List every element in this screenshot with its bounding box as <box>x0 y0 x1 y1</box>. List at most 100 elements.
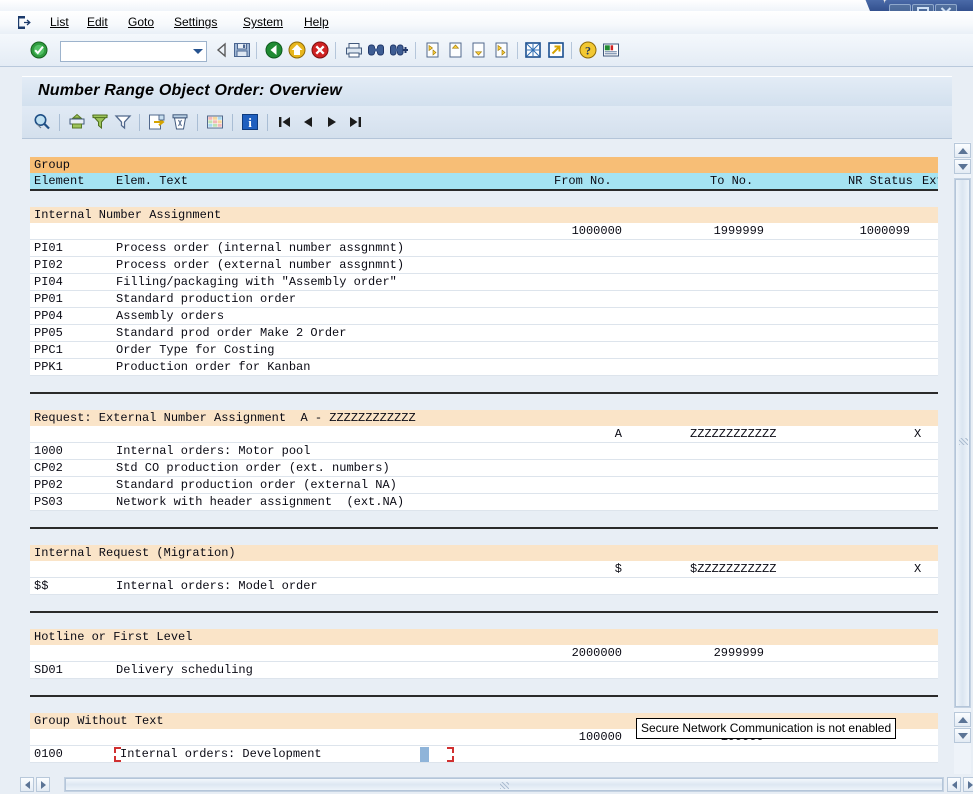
find-magnifier-icon[interactable] <box>32 112 52 132</box>
table-row[interactable]: PP05 Standard prod order Make 2 Order <box>30 325 938 342</box>
print-preview-icon[interactable] <box>170 112 190 132</box>
create-shortcut-icon[interactable] <box>546 40 566 60</box>
table-row[interactable]: PI01 Process order (internal number assgn… <box>30 240 938 257</box>
section-title: Hotline or First Level <box>34 630 193 644</box>
section-header-row[interactable]: Request: External Number Assignment A - … <box>30 410 938 426</box>
scroll-up-button[interactable] <box>954 143 971 158</box>
menu-item-system[interactable]: System <box>239 14 287 31</box>
print-icon[interactable] <box>67 112 87 132</box>
table-row[interactable]: PP04 Assembly orders <box>30 308 938 325</box>
table-row[interactable]: CP02 Std CO production order (ext. number… <box>30 460 938 477</box>
table-row[interactable]: SD01 Delivery scheduling <box>30 662 938 679</box>
section-range-row[interactable]: A ZZZZZZZZZZZZ X <box>30 426 938 443</box>
section-range-row[interactable]: 1000000 1999999 1000099 <box>30 223 938 240</box>
group-label: Group <box>34 158 71 172</box>
export-icon[interactable] <box>147 112 167 132</box>
command-input[interactable] <box>61 42 190 59</box>
cancel-red-icon[interactable] <box>310 40 330 60</box>
previous-page-icon[interactable] <box>446 40 466 60</box>
section-range-row[interactable]: 2000000 2999999 <box>30 645 938 662</box>
create-session-icon[interactable] <box>523 40 543 60</box>
next-icon[interactable] <box>322 112 342 132</box>
row-element: SD01 <box>34 663 63 677</box>
help-icon[interactable]: ? <box>578 40 598 60</box>
first-icon[interactable] <box>275 112 295 132</box>
vertical-scroll-thumb[interactable] <box>955 179 970 707</box>
toolbar-separator <box>197 114 198 131</box>
row-element: PP05 <box>34 326 63 340</box>
last-icon[interactable] <box>345 112 365 132</box>
row-element: PP02 <box>34 478 63 492</box>
exit-icon[interactable] <box>16 15 32 30</box>
menu-item-edit[interactable]: Edit <box>83 14 112 31</box>
chevron-right-icon <box>967 781 973 789</box>
column-header-ext[interactable]: Ext. <box>922 173 938 189</box>
list-output-area[interactable]: Group Element Elem. Text From No. To No.… <box>22 142 938 774</box>
command-field[interactable] <box>60 41 207 62</box>
toolbar-separator <box>517 42 518 59</box>
layout-menu-icon[interactable] <box>601 40 621 60</box>
column-header-from-no[interactable]: From No. <box>554 173 612 189</box>
standard-toolbar: ? <box>0 34 973 67</box>
spreadsheet-icon[interactable] <box>205 112 225 132</box>
chevron-right-icon <box>40 781 46 789</box>
range-ext: X <box>914 427 922 441</box>
menu-item-settings[interactable]: Settings <box>170 14 221 31</box>
exit-yellow-icon[interactable] <box>287 40 307 60</box>
scroll-right-button-end[interactable] <box>963 777 973 792</box>
section-header-row[interactable]: Hotline or First Level <box>30 629 938 645</box>
enter-icon[interactable] <box>30 41 48 59</box>
menu-item-list[interactable]: List <box>46 14 73 31</box>
section-header-row[interactable]: Internal Request (Migration) <box>30 545 938 561</box>
table-row[interactable]: PS03 Network with header assignment (ext.… <box>30 494 938 511</box>
info-icon[interactable]: i <box>240 112 260 132</box>
table-row-selected[interactable]: 0100 Internal orders: Development <box>30 746 938 763</box>
toolbar-separator <box>571 42 572 59</box>
scroll-down-button-bottom[interactable] <box>954 728 971 743</box>
column-header-elem-text[interactable]: Elem. Text <box>116 173 188 189</box>
table-row[interactable]: PP02 Standard production order (external … <box>30 477 938 494</box>
table-row[interactable]: PPC1 Order Type for Costing <box>30 342 938 359</box>
chevron-down-icon[interactable] <box>193 49 203 54</box>
menu-item-goto[interactable]: Goto <box>124 14 158 31</box>
first-page-icon[interactable] <box>423 40 443 60</box>
table-row[interactable]: PP01 Standard production order <box>30 291 938 308</box>
list-spacer <box>30 511 938 527</box>
menu-item-help[interactable]: Help <box>300 14 333 31</box>
table-row[interactable]: $$ Internal orders: Model order <box>30 578 938 595</box>
back-green-icon[interactable] <box>264 40 284 60</box>
scroll-down-button[interactable] <box>954 159 971 174</box>
download-filter-icon[interactable] <box>90 112 110 132</box>
column-header-to-no[interactable]: To No. <box>710 173 753 189</box>
table-row[interactable]: 1000 Internal orders: Motor pool <box>30 443 938 460</box>
scroll-left-button[interactable] <box>20 777 34 792</box>
table-row[interactable]: PPK1 Production order for Kanban <box>30 359 938 376</box>
toolbar-separator <box>267 114 268 131</box>
section-range-row[interactable]: $ $ZZZZZZZZZZZ X <box>30 561 938 578</box>
range-to-no: 2999999 <box>713 646 764 660</box>
row-text: Internal orders: Model order <box>116 579 318 593</box>
save-icon[interactable] <box>232 40 252 60</box>
next-page-icon[interactable] <box>469 40 489 60</box>
previous-icon[interactable] <box>298 112 318 132</box>
scroll-up-button-bottom[interactable] <box>954 712 971 727</box>
last-page-icon[interactable] <box>492 40 512 60</box>
back-arrow-icon[interactable] <box>212 40 232 60</box>
list-column-header-row: Element Elem. Text From No. To No. NR St… <box>30 173 938 189</box>
chevron-up-icon <box>957 717 968 723</box>
table-row[interactable]: PI02 Process order (external number assgn… <box>30 257 938 274</box>
table-row[interactable]: PI04 Filling/packaging with "Assembly ord… <box>30 274 938 291</box>
find-icon[interactable] <box>366 40 386 60</box>
horizontal-scrollbar[interactable] <box>18 775 973 794</box>
scroll-right-button[interactable] <box>36 777 50 792</box>
column-header-nr-status[interactable]: NR Status <box>848 173 913 189</box>
filter-icon[interactable] <box>113 112 133 132</box>
find-next-icon[interactable] <box>389 40 409 60</box>
scroll-left-button-end[interactable] <box>947 777 961 792</box>
section-header-row[interactable]: Internal Number Assignment <box>30 207 938 223</box>
print-icon[interactable] <box>344 40 364 60</box>
horizontal-scroll-thumb[interactable] <box>65 778 943 791</box>
column-header-element[interactable]: Element <box>34 173 84 189</box>
svg-text:?: ? <box>585 44 591 58</box>
chevron-left-icon <box>24 781 30 789</box>
